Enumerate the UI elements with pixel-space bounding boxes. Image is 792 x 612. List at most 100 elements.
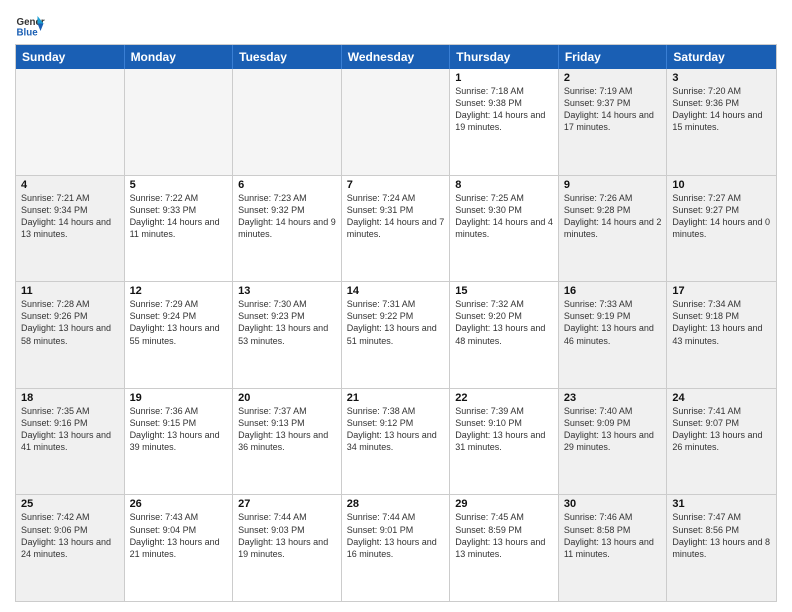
calendar-cell: 28Sunrise: 7:44 AMSunset: 9:01 PMDayligh… bbox=[342, 495, 451, 601]
calendar-cell: 27Sunrise: 7:44 AMSunset: 9:03 PMDayligh… bbox=[233, 495, 342, 601]
day-number: 2 bbox=[564, 72, 662, 84]
calendar-cell bbox=[233, 69, 342, 175]
calendar-cell: 25Sunrise: 7:42 AMSunset: 9:06 PMDayligh… bbox=[16, 495, 125, 601]
cell-info: Sunrise: 7:38 AMSunset: 9:12 PMDaylight:… bbox=[347, 405, 445, 454]
cell-info: Sunrise: 7:27 AMSunset: 9:27 PMDaylight:… bbox=[672, 192, 771, 241]
day-number: 9 bbox=[564, 179, 662, 191]
weekday-header: Thursday bbox=[450, 45, 559, 69]
day-number: 7 bbox=[347, 179, 445, 191]
weekday-header: Sunday bbox=[16, 45, 125, 69]
calendar-cell: 6Sunrise: 7:23 AMSunset: 9:32 PMDaylight… bbox=[233, 176, 342, 282]
calendar-cell: 20Sunrise: 7:37 AMSunset: 9:13 PMDayligh… bbox=[233, 389, 342, 495]
cell-info: Sunrise: 7:24 AMSunset: 9:31 PMDaylight:… bbox=[347, 192, 445, 241]
day-number: 14 bbox=[347, 285, 445, 297]
calendar-cell: 19Sunrise: 7:36 AMSunset: 9:15 PMDayligh… bbox=[125, 389, 234, 495]
svg-text:Blue: Blue bbox=[17, 28, 39, 39]
logo-icon: General Blue bbox=[15, 10, 45, 40]
day-number: 18 bbox=[21, 392, 119, 404]
calendar-body: 1Sunrise: 7:18 AMSunset: 9:38 PMDaylight… bbox=[16, 69, 776, 601]
calendar-cell: 26Sunrise: 7:43 AMSunset: 9:04 PMDayligh… bbox=[125, 495, 234, 601]
day-number: 30 bbox=[564, 498, 662, 510]
cell-info: Sunrise: 7:20 AMSunset: 9:36 PMDaylight:… bbox=[672, 85, 771, 134]
day-number: 19 bbox=[130, 392, 228, 404]
calendar-cell: 7Sunrise: 7:24 AMSunset: 9:31 PMDaylight… bbox=[342, 176, 451, 282]
cell-info: Sunrise: 7:36 AMSunset: 9:15 PMDaylight:… bbox=[130, 405, 228, 454]
cell-info: Sunrise: 7:34 AMSunset: 9:18 PMDaylight:… bbox=[672, 298, 771, 347]
cell-info: Sunrise: 7:40 AMSunset: 9:09 PMDaylight:… bbox=[564, 405, 662, 454]
cell-info: Sunrise: 7:26 AMSunset: 9:28 PMDaylight:… bbox=[564, 192, 662, 241]
day-number: 10 bbox=[672, 179, 771, 191]
calendar-cell: 14Sunrise: 7:31 AMSunset: 9:22 PMDayligh… bbox=[342, 282, 451, 388]
cell-info: Sunrise: 7:47 AMSunset: 8:56 PMDaylight:… bbox=[672, 511, 771, 560]
cell-info: Sunrise: 7:21 AMSunset: 9:34 PMDaylight:… bbox=[21, 192, 119, 241]
calendar-cell: 16Sunrise: 7:33 AMSunset: 9:19 PMDayligh… bbox=[559, 282, 668, 388]
weekday-header: Monday bbox=[125, 45, 234, 69]
calendar-cell: 4Sunrise: 7:21 AMSunset: 9:34 PMDaylight… bbox=[16, 176, 125, 282]
day-number: 8 bbox=[455, 179, 553, 191]
cell-info: Sunrise: 7:32 AMSunset: 9:20 PMDaylight:… bbox=[455, 298, 553, 347]
calendar-cell: 30Sunrise: 7:46 AMSunset: 8:58 PMDayligh… bbox=[559, 495, 668, 601]
page: General Blue SundayMondayTuesdayWednesda… bbox=[0, 0, 792, 612]
day-number: 25 bbox=[21, 498, 119, 510]
day-number: 31 bbox=[672, 498, 771, 510]
weekday-header: Wednesday bbox=[342, 45, 451, 69]
header: General Blue bbox=[15, 10, 777, 40]
calendar-row: 11Sunrise: 7:28 AMSunset: 9:26 PMDayligh… bbox=[16, 282, 776, 389]
calendar-cell: 18Sunrise: 7:35 AMSunset: 9:16 PMDayligh… bbox=[16, 389, 125, 495]
calendar-row: 1Sunrise: 7:18 AMSunset: 9:38 PMDaylight… bbox=[16, 69, 776, 176]
calendar-cell: 13Sunrise: 7:30 AMSunset: 9:23 PMDayligh… bbox=[233, 282, 342, 388]
calendar-cell bbox=[16, 69, 125, 175]
calendar-cell: 5Sunrise: 7:22 AMSunset: 9:33 PMDaylight… bbox=[125, 176, 234, 282]
calendar-cell: 2Sunrise: 7:19 AMSunset: 9:37 PMDaylight… bbox=[559, 69, 668, 175]
calendar-row: 25Sunrise: 7:42 AMSunset: 9:06 PMDayligh… bbox=[16, 495, 776, 601]
day-number: 6 bbox=[238, 179, 336, 191]
cell-info: Sunrise: 7:43 AMSunset: 9:04 PMDaylight:… bbox=[130, 511, 228, 560]
day-number: 4 bbox=[21, 179, 119, 191]
day-number: 13 bbox=[238, 285, 336, 297]
calendar-cell: 11Sunrise: 7:28 AMSunset: 9:26 PMDayligh… bbox=[16, 282, 125, 388]
day-number: 12 bbox=[130, 285, 228, 297]
day-number: 11 bbox=[21, 285, 119, 297]
cell-info: Sunrise: 7:33 AMSunset: 9:19 PMDaylight:… bbox=[564, 298, 662, 347]
calendar-cell: 8Sunrise: 7:25 AMSunset: 9:30 PMDaylight… bbox=[450, 176, 559, 282]
weekday-header: Saturday bbox=[667, 45, 776, 69]
calendar-row: 18Sunrise: 7:35 AMSunset: 9:16 PMDayligh… bbox=[16, 389, 776, 496]
weekday-header: Friday bbox=[559, 45, 668, 69]
calendar-cell: 3Sunrise: 7:20 AMSunset: 9:36 PMDaylight… bbox=[667, 69, 776, 175]
weekday-header: Tuesday bbox=[233, 45, 342, 69]
calendar-cell: 21Sunrise: 7:38 AMSunset: 9:12 PMDayligh… bbox=[342, 389, 451, 495]
calendar-cell: 15Sunrise: 7:32 AMSunset: 9:20 PMDayligh… bbox=[450, 282, 559, 388]
day-number: 24 bbox=[672, 392, 771, 404]
cell-info: Sunrise: 7:39 AMSunset: 9:10 PMDaylight:… bbox=[455, 405, 553, 454]
calendar-cell: 29Sunrise: 7:45 AMSunset: 8:59 PMDayligh… bbox=[450, 495, 559, 601]
day-number: 1 bbox=[455, 72, 553, 84]
day-number: 22 bbox=[455, 392, 553, 404]
calendar-header: SundayMondayTuesdayWednesdayThursdayFrid… bbox=[16, 45, 776, 69]
cell-info: Sunrise: 7:35 AMSunset: 9:16 PMDaylight:… bbox=[21, 405, 119, 454]
calendar-row: 4Sunrise: 7:21 AMSunset: 9:34 PMDaylight… bbox=[16, 176, 776, 283]
cell-info: Sunrise: 7:22 AMSunset: 9:33 PMDaylight:… bbox=[130, 192, 228, 241]
calendar-cell: 12Sunrise: 7:29 AMSunset: 9:24 PMDayligh… bbox=[125, 282, 234, 388]
day-number: 3 bbox=[672, 72, 771, 84]
cell-info: Sunrise: 7:46 AMSunset: 8:58 PMDaylight:… bbox=[564, 511, 662, 560]
calendar-cell: 22Sunrise: 7:39 AMSunset: 9:10 PMDayligh… bbox=[450, 389, 559, 495]
cell-info: Sunrise: 7:37 AMSunset: 9:13 PMDaylight:… bbox=[238, 405, 336, 454]
cell-info: Sunrise: 7:25 AMSunset: 9:30 PMDaylight:… bbox=[455, 192, 553, 241]
calendar-cell: 1Sunrise: 7:18 AMSunset: 9:38 PMDaylight… bbox=[450, 69, 559, 175]
calendar-cell: 17Sunrise: 7:34 AMSunset: 9:18 PMDayligh… bbox=[667, 282, 776, 388]
day-number: 5 bbox=[130, 179, 228, 191]
cell-info: Sunrise: 7:30 AMSunset: 9:23 PMDaylight:… bbox=[238, 298, 336, 347]
calendar-cell: 23Sunrise: 7:40 AMSunset: 9:09 PMDayligh… bbox=[559, 389, 668, 495]
day-number: 23 bbox=[564, 392, 662, 404]
day-number: 27 bbox=[238, 498, 336, 510]
calendar-cell: 9Sunrise: 7:26 AMSunset: 9:28 PMDaylight… bbox=[559, 176, 668, 282]
day-number: 17 bbox=[672, 285, 771, 297]
logo: General Blue bbox=[15, 10, 45, 40]
calendar-cell: 31Sunrise: 7:47 AMSunset: 8:56 PMDayligh… bbox=[667, 495, 776, 601]
day-number: 28 bbox=[347, 498, 445, 510]
cell-info: Sunrise: 7:41 AMSunset: 9:07 PMDaylight:… bbox=[672, 405, 771, 454]
calendar-cell bbox=[342, 69, 451, 175]
day-number: 26 bbox=[130, 498, 228, 510]
cell-info: Sunrise: 7:44 AMSunset: 9:03 PMDaylight:… bbox=[238, 511, 336, 560]
day-number: 21 bbox=[347, 392, 445, 404]
